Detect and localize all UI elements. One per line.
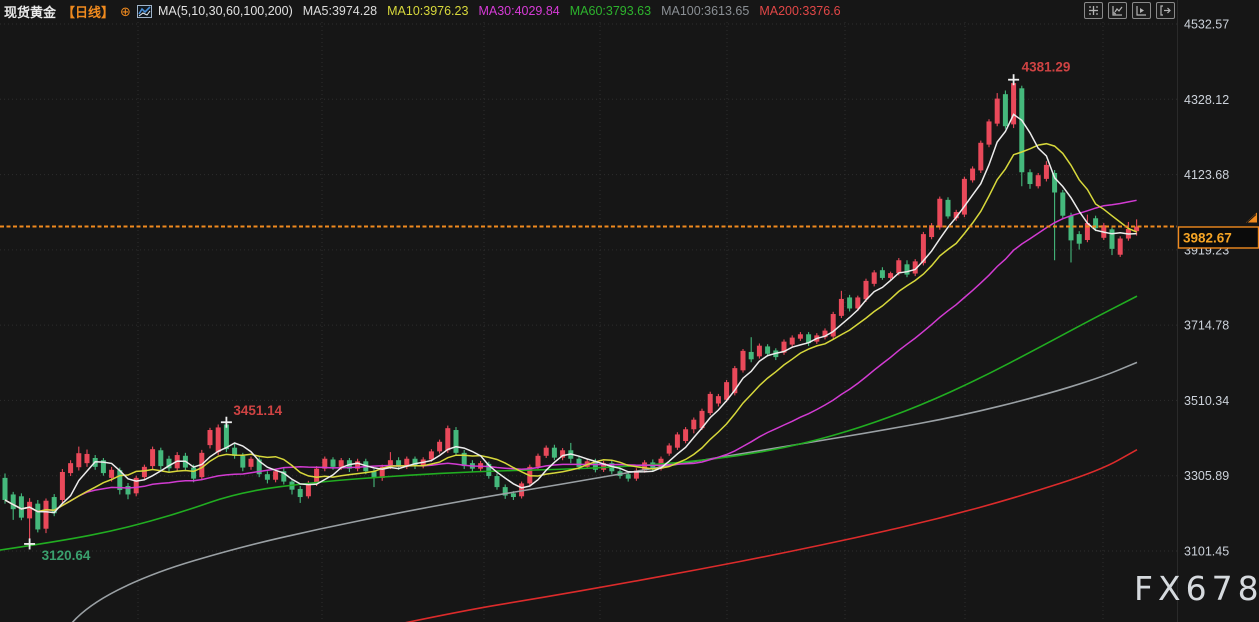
- svg-text:4328.12: 4328.12: [1184, 93, 1229, 107]
- move-icon[interactable]: [1084, 2, 1103, 19]
- chart-window: 4532.574328.124123.683919.233714.783510.…: [0, 0, 1259, 622]
- svg-text:4123.68: 4123.68: [1184, 168, 1229, 182]
- svg-text:3101.45: 3101.45: [1184, 545, 1229, 559]
- ma10-value: MA10:3976.23: [387, 4, 468, 18]
- svg-text:3120.64: 3120.64: [42, 548, 91, 563]
- svg-text:3982.67: 3982.67: [1183, 230, 1232, 245]
- chart-toolbar: [1084, 2, 1175, 19]
- ma100-value: MA100:3613.65: [661, 4, 749, 18]
- chart-background: [0, 0, 1259, 622]
- symbol-title: 现货黄金: [4, 2, 56, 21]
- svg-text:4381.29: 4381.29: [1022, 60, 1071, 75]
- ma30-value: MA30:4029.84: [478, 4, 559, 18]
- auto-scale-icon[interactable]: [1108, 2, 1127, 19]
- svg-text:3305.89: 3305.89: [1184, 469, 1229, 483]
- ma200-value: MA200:3376.6: [759, 4, 840, 18]
- circle-plus-icon[interactable]: ⊕: [120, 5, 131, 18]
- candlestick-chart[interactable]: 4532.574328.124123.683919.233714.783510.…: [0, 0, 1259, 622]
- ma5-value: MA5:3974.28: [303, 4, 377, 18]
- period-selector[interactable]: 【日线】: [62, 2, 114, 21]
- svg-text:3510.34: 3510.34: [1184, 394, 1229, 408]
- pop-out-icon[interactable]: [1156, 2, 1175, 19]
- svg-text:3714.78: 3714.78: [1184, 319, 1229, 333]
- chart-header: 现货黄金 【日线】 ⊕ MA(5,10,30,60,100,200) MA5:3…: [0, 0, 1259, 22]
- svg-text:3451.14: 3451.14: [233, 403, 282, 418]
- ma60-value: MA60:3793.63: [570, 4, 651, 18]
- ma-settings-label[interactable]: MA(5,10,30,60,100,200): [158, 4, 293, 18]
- indicator-chart-icon[interactable]: [137, 5, 152, 18]
- last-price-tag: 3982.67: [1179, 227, 1259, 248]
- playback-icon[interactable]: [1132, 2, 1151, 19]
- watermark: FX678: [1134, 569, 1259, 608]
